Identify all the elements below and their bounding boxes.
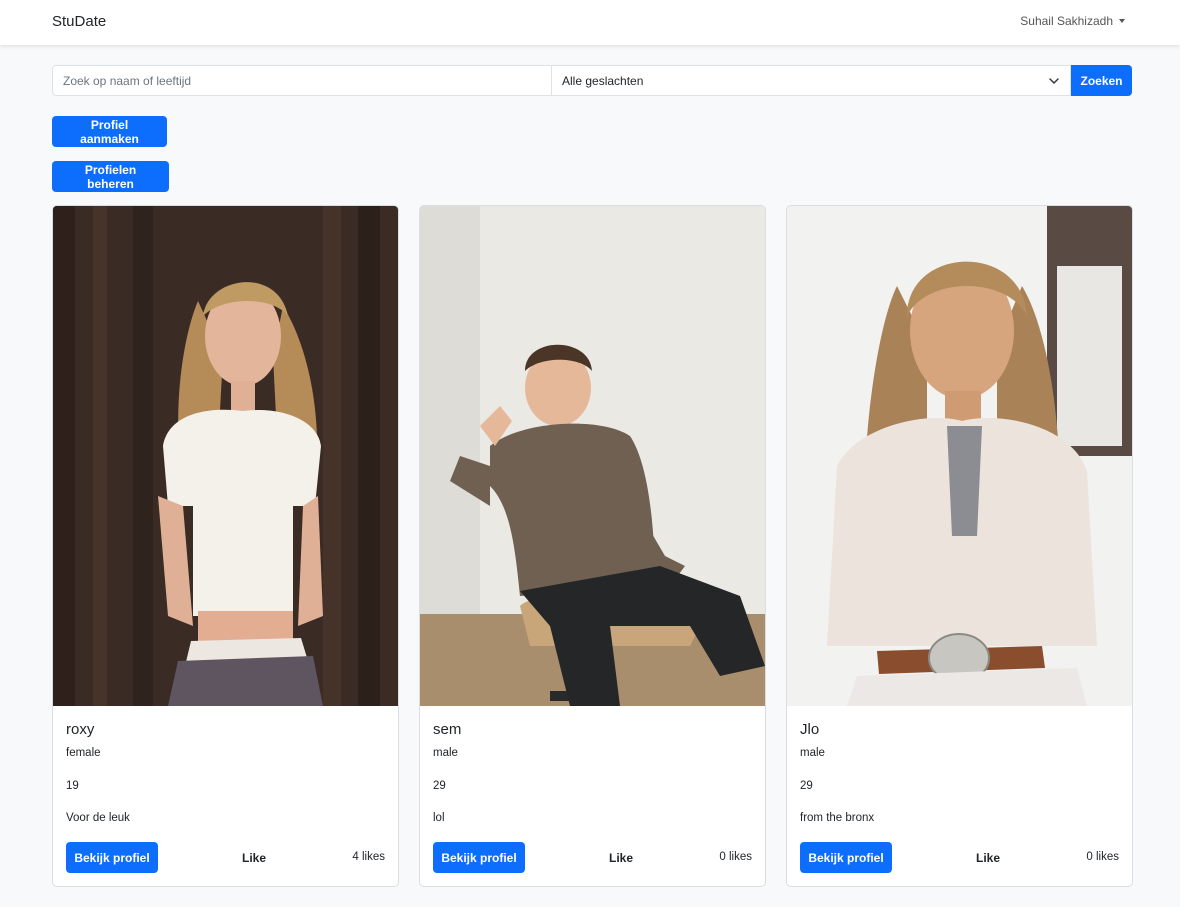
search-input[interactable]: [52, 65, 552, 96]
create-profile-button[interactable]: Profiel aanmaken: [52, 116, 167, 147]
profile-card: sem male 29 lol Bekijk profiel Like 0 li…: [419, 205, 766, 887]
user-name: Suhail Sakhizadh: [1020, 14, 1113, 28]
profile-name: roxy: [66, 721, 95, 738]
profile-age: 29: [433, 780, 446, 792]
chevron-down-icon: [1049, 77, 1059, 84]
manage-profiles-button[interactable]: Profielen beheren: [52, 161, 169, 192]
profile-bio: lol: [433, 812, 445, 824]
profile-card: Jlo male 29 from the bronx Bekijk profie…: [786, 205, 1133, 887]
view-profile-button[interactable]: Bekijk profiel: [433, 842, 525, 873]
view-profile-button[interactable]: Bekijk profiel: [66, 842, 158, 873]
gender-select[interactable]: Alle geslachten: [552, 65, 1071, 96]
profile-gender: male: [800, 747, 825, 759]
profile-photo: [53, 206, 398, 706]
like-button[interactable]: Like: [597, 842, 645, 873]
brand-logo[interactable]: StuDate: [52, 13, 106, 30]
user-dropdown[interactable]: Suhail Sakhizadh: [1020, 14, 1125, 28]
profile-gender: male: [433, 747, 458, 759]
profile-age: 19: [66, 780, 79, 792]
top-navbar: StuDate Suhail Sakhizadh: [0, 0, 1180, 45]
profile-photo: [787, 206, 1132, 706]
profile-bio: from the bronx: [800, 812, 875, 824]
profile-gender: female: [66, 747, 101, 759]
search-button[interactable]: Zoeken: [1071, 65, 1132, 96]
likes-count: 0 likes: [1086, 851, 1119, 863]
profile-bio: Voor de leuk: [66, 812, 130, 824]
profile-age: 29: [800, 780, 813, 792]
search-form: Alle geslachten Zoeken: [52, 65, 1132, 96]
likes-count: 4 likes: [352, 851, 385, 863]
like-button[interactable]: Like: [230, 842, 278, 873]
gender-select-value: Alle geslachten: [562, 73, 644, 88]
profile-name: Jlo: [800, 721, 820, 738]
profile-card: roxy female 19 Voor de leuk Bekijk profi…: [52, 205, 399, 887]
caret-down-icon: [1119, 19, 1125, 23]
likes-count: 0 likes: [719, 851, 752, 863]
profile-name: sem: [433, 721, 462, 738]
like-button[interactable]: Like: [964, 842, 1012, 873]
view-profile-button[interactable]: Bekijk profiel: [800, 842, 892, 873]
profile-photo: [420, 206, 765, 706]
